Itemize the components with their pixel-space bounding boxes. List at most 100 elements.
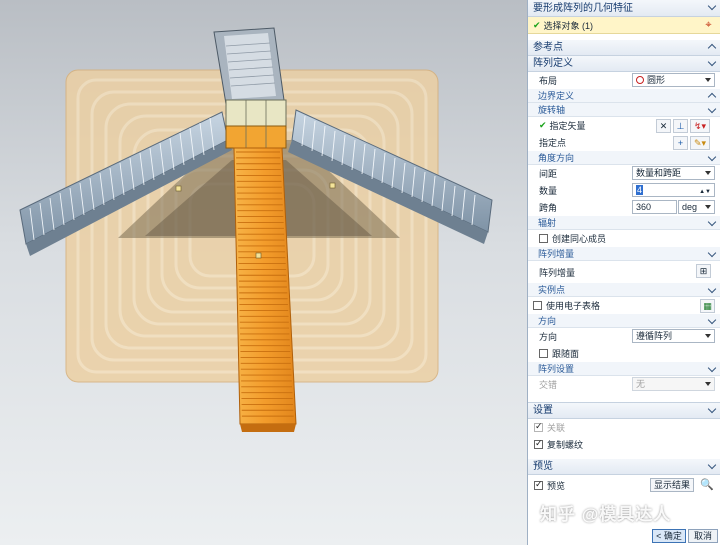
- select-object-row[interactable]: ✔ 选择对象 (1) ⌖: [528, 17, 720, 34]
- count-value: 4: [636, 185, 644, 195]
- select-object-label: 选择对象 (1): [543, 20, 594, 31]
- point-dialog-icon[interactable]: ✎▾: [690, 136, 710, 150]
- layout-label: 布局: [539, 76, 558, 86]
- spacer: [528, 393, 720, 403]
- preview-row[interactable]: 预览 显示结果 🔍: [528, 475, 720, 495]
- span-unit-dropdown[interactable]: deg: [678, 200, 715, 214]
- span-angle-row: 跨角 360 deg: [528, 199, 720, 216]
- create-concentric-label: 创建同心成员: [552, 234, 607, 244]
- layout-row: 布局 圆形: [528, 72, 720, 89]
- follow-face-row[interactable]: 跟随面: [528, 345, 720, 362]
- magnifier-icon[interactable]: 🔍: [700, 478, 714, 491]
- stagger-row: 交错 无: [528, 376, 720, 393]
- subsection-pattern-increment[interactable]: 阵列增量: [528, 247, 720, 261]
- spacing-row: 间距 数量和跨距: [528, 165, 720, 182]
- subsection-title: 角度方向: [538, 153, 575, 163]
- associative-checkbox: [534, 421, 543, 432]
- check-icon: ✔: [539, 120, 547, 130]
- spinner-icon[interactable]: ▲▼: [699, 186, 711, 198]
- section-title: 阵列定义: [533, 58, 573, 69]
- subsection-title: 旋转轴: [538, 105, 566, 115]
- center-block: [225, 99, 287, 149]
- span-angle-label: 跨角: [539, 203, 558, 213]
- preview-label: 预览: [547, 480, 566, 491]
- section-reference-point[interactable]: 参考点: [528, 40, 720, 56]
- copy-threads-label: 复制螺纹: [547, 440, 584, 450]
- orientation-label: 方向: [539, 332, 558, 342]
- spacing-label: 间距: [539, 169, 558, 179]
- subsection-instance-point[interactable]: 实例点: [528, 283, 720, 297]
- section-preview[interactable]: 预览: [528, 459, 720, 475]
- section-title: 要形成阵列的几何特征: [533, 3, 633, 14]
- create-concentric-row[interactable]: 创建同心成员: [528, 230, 720, 247]
- point-icon[interactable]: +: [673, 136, 688, 150]
- show-result-label: 显示结果: [654, 480, 691, 490]
- span-angle-value: 360: [636, 202, 652, 212]
- span-angle-input[interactable]: 360: [632, 200, 677, 214]
- check-icon: ✔: [533, 19, 541, 30]
- stagger-value: 无: [636, 379, 646, 389]
- model-render: [19, 27, 493, 432]
- preview-checkbox[interactable]: [534, 479, 543, 490]
- orientation-value: 遵循阵列: [636, 331, 673, 341]
- associative-label: 关联: [547, 423, 566, 433]
- pattern-increment-row: 阵列增量 ⊞: [528, 261, 720, 283]
- pattern-feature-dialog: 要形成阵列的几何特征 ✔ 选择对象 (1) ⌖ 参考点 阵列定义 布局 圆形 边…: [527, 0, 720, 545]
- subsection-title: 边界定义: [538, 91, 575, 101]
- cancel-label: 取消: [693, 531, 712, 541]
- section-settings[interactable]: 设置: [528, 403, 720, 419]
- section-title: 参考点: [533, 42, 563, 53]
- section-title: 设置: [533, 405, 553, 416]
- top-escalator: [213, 27, 285, 105]
- section-array-definition[interactable]: 阵列定义: [528, 56, 720, 72]
- span-unit-value: deg: [682, 202, 698, 212]
- vector-reverse-icon[interactable]: ✕: [656, 119, 671, 133]
- use-spreadsheet-label: 使用电子表格: [546, 301, 601, 311]
- cancel-button[interactable]: 取消: [688, 529, 718, 543]
- axis-icon[interactable]: ⊥: [673, 119, 688, 133]
- layout-value: 圆形: [647, 75, 666, 85]
- subsection-title: 辐射: [538, 218, 557, 228]
- orientation-dropdown[interactable]: 遵循阵列: [632, 329, 715, 343]
- spacing-dropdown[interactable]: 数量和跨距: [632, 166, 715, 180]
- copy-threads-checkbox[interactable]: [534, 438, 543, 449]
- watermark: 知乎 @模具达人: [540, 505, 672, 524]
- ok-button[interactable]: < 确定 >: [652, 529, 686, 545]
- use-spreadsheet-row[interactable]: 使用电子表格 ▦: [528, 297, 720, 314]
- create-concentric-checkbox[interactable]: [539, 234, 548, 243]
- count-input[interactable]: 4 ▲▼: [632, 183, 715, 197]
- pattern-increment-label: 阵列增量: [539, 267, 576, 278]
- specify-point-label: 指定点: [539, 138, 567, 148]
- spreadsheet-icon[interactable]: ▦: [700, 299, 715, 313]
- subsection-title: 阵列增量: [538, 249, 575, 259]
- subsection-rotation-axis[interactable]: 旋转轴: [528, 103, 720, 117]
- subsection-title: 实例点: [538, 285, 566, 295]
- section-title: 预览: [533, 461, 553, 472]
- specify-vector-row[interactable]: ✔ 指定矢量 ✕ ⊥ ↯▾: [528, 117, 720, 134]
- crosshair-icon[interactable]: ⌖: [701, 18, 716, 32]
- associative-row: 关联: [528, 419, 720, 436]
- orientation-row: 方向 遵循阵列: [528, 328, 720, 345]
- use-spreadsheet-checkbox[interactable]: [533, 301, 542, 310]
- follow-face-checkbox[interactable]: [539, 349, 548, 358]
- subsection-angle-direction[interactable]: 角度方向: [528, 151, 720, 165]
- copy-threads-row[interactable]: 复制螺纹: [528, 436, 720, 453]
- show-result-button[interactable]: 显示结果: [650, 478, 695, 492]
- spacing-value: 数量和跨距: [636, 168, 682, 178]
- subsection-orientation[interactable]: 方向: [528, 314, 720, 328]
- subsection-array-settings[interactable]: 阵列设置: [528, 362, 720, 376]
- subsection-title: 阵列设置: [538, 364, 575, 374]
- stagger-dropdown: 无: [632, 377, 715, 391]
- specify-vector-label: 指定矢量: [549, 121, 586, 131]
- subsection-boundary[interactable]: 边界定义: [528, 89, 720, 103]
- vector-dialog-icon[interactable]: ↯▾: [690, 119, 710, 133]
- subsection-title: 方向: [538, 316, 557, 326]
- graphics-viewport[interactable]: [0, 0, 527, 545]
- count-row: 数量 4 ▲▼: [528, 182, 720, 199]
- specify-point-row[interactable]: 指定点 + ✎▾: [528, 134, 720, 151]
- circle-icon: [636, 76, 644, 84]
- increment-dialog-icon[interactable]: ⊞: [696, 264, 711, 278]
- section-features-to-pattern[interactable]: 要形成阵列的几何特征: [528, 0, 720, 17]
- subsection-radiate[interactable]: 辐射: [528, 216, 720, 230]
- layout-dropdown[interactable]: 圆形: [632, 73, 715, 87]
